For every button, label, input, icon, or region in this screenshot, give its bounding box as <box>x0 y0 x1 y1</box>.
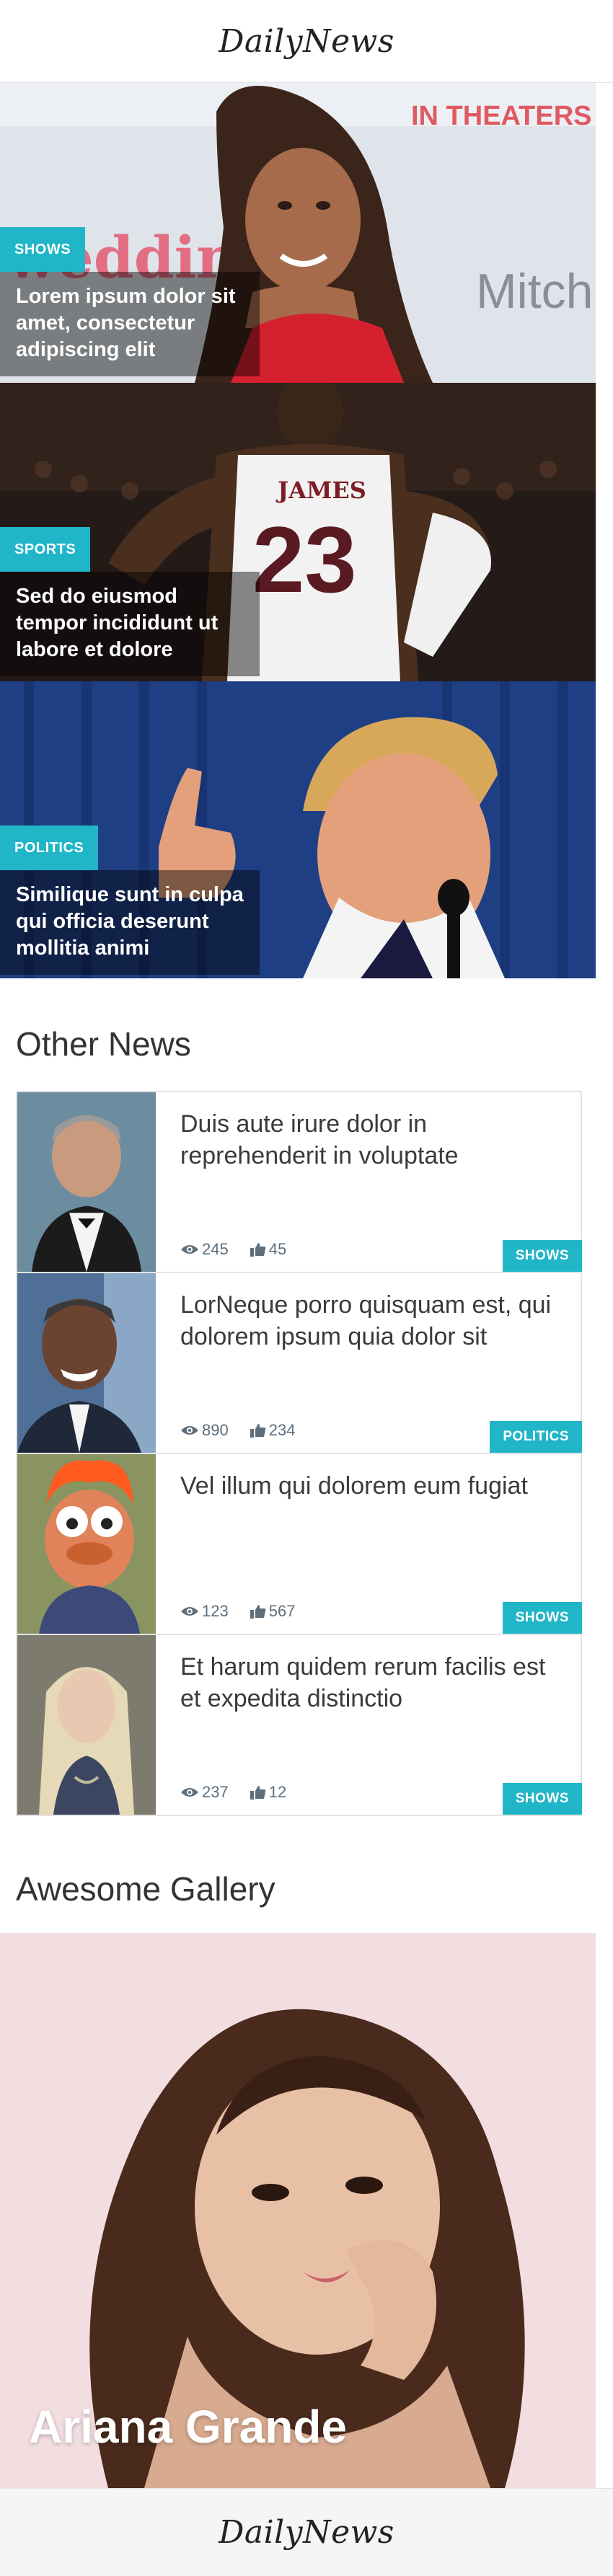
hero-article-3[interactable]: POLITICS Similique sunt in culpa qui off… <box>0 681 596 978</box>
likes-counter[interactable]: 45 <box>250 1240 286 1259</box>
thumbs-up-icon <box>250 1786 266 1800</box>
category-tag[interactable]: SHOWS <box>502 1240 582 1272</box>
list-item[interactable]: Vel illum qui dolorem eum fugiat 123 567… <box>16 1453 582 1635</box>
news-meta: 890 234 <box>180 1421 295 1440</box>
news-meta: 123 567 <box>180 1602 295 1621</box>
footer: DailyNews <box>0 2488 613 2576</box>
category-badge[interactable]: POLITICS <box>0 826 99 870</box>
jersey-name: JAMES <box>275 477 366 504</box>
hero-headline[interactable]: Sed do eiusmod tempor incididunt ut labo… <box>0 572 260 676</box>
news-thumbnail <box>17 1273 156 1453</box>
gallery-caption[interactable]: Ariana Grande <box>29 2400 347 2453</box>
views-counter: 123 <box>180 1602 229 1621</box>
views-count: 237 <box>202 1783 229 1801</box>
news-thumbnail <box>17 1092 156 1272</box>
news-body: Duis aute irure dolor in reprehenderit i… <box>156 1092 582 1272</box>
views-counter: 245 <box>180 1240 229 1259</box>
news-thumbnail <box>17 1635 156 1815</box>
views-counter: 237 <box>180 1783 229 1802</box>
list-item[interactable]: LorNeque porro quisquam est, qui dolorem… <box>16 1272 582 1454</box>
category-badge[interactable]: SHOWS <box>0 227 86 272</box>
likes-count: 234 <box>268 1421 296 1439</box>
news-headline[interactable]: Vel illum qui dolorem eum fugiat <box>180 1470 556 1502</box>
news-meta: 237 12 <box>180 1783 286 1802</box>
sign-text-2: Mitch <box>476 264 593 319</box>
likes-counter[interactable]: 567 <box>250 1602 296 1621</box>
list-item[interactable]: Duis aute irure dolor in reprehenderit i… <box>16 1091 582 1273</box>
news-headline[interactable]: Duis aute irure dolor in reprehenderit i… <box>180 1108 556 1172</box>
category-tag[interactable]: SHOWS <box>502 1783 582 1815</box>
thumbs-up-icon <box>250 1243 266 1257</box>
likes-count: 45 <box>268 1240 287 1258</box>
category-tag[interactable]: POLITICS <box>490 1421 582 1453</box>
category-tag[interactable]: SHOWS <box>502 1602 582 1634</box>
news-meta: 245 45 <box>180 1240 286 1259</box>
likes-count: 567 <box>268 1602 296 1620</box>
gallery-slide[interactable]: Ariana Grande <box>0 1933 596 2488</box>
top-header: DailyNews <box>0 0 613 83</box>
hero-headline[interactable]: Similique sunt in culpa qui officia dese… <box>0 870 260 975</box>
news-thumbnail <box>17 1454 156 1634</box>
footer-brand[interactable]: DailyNews <box>219 2514 394 2551</box>
eye-icon <box>181 1245 198 1254</box>
thumbs-up-icon <box>250 1605 266 1619</box>
eye-icon <box>181 1788 198 1797</box>
likes-count: 12 <box>268 1783 287 1801</box>
views-count: 890 <box>202 1421 229 1439</box>
views-count: 245 <box>202 1240 229 1258</box>
news-body: Vel illum qui dolorem eum fugiat 123 567… <box>156 1454 582 1634</box>
views-counter: 890 <box>180 1421 229 1440</box>
brand-logo[interactable]: DailyNews <box>219 23 394 60</box>
hero-article-2[interactable]: JAMES 23 SPORTS Sed do eiusmod tempor in… <box>0 383 596 681</box>
sign-text: IN THEATERS <box>411 101 592 131</box>
category-badge[interactable]: SPORTS <box>0 527 91 572</box>
news-headline[interactable]: Et harum quidem rerum facilis est et exp… <box>180 1651 556 1714</box>
jersey-number: 23 <box>252 507 357 612</box>
eye-icon <box>181 1607 198 1616</box>
hero-headline[interactable]: Lorem ipsum dolor sit amet, consectetur … <box>0 272 260 376</box>
other-news-title: Other News <box>16 1025 191 1063</box>
news-body: LorNeque porro quisquam est, qui dolorem… <box>156 1273 582 1453</box>
news-body: Et harum quidem rerum facilis est et exp… <box>156 1635 582 1815</box>
gallery-title: Awesome Gallery <box>16 1870 275 1908</box>
news-list: Duis aute irure dolor in reprehenderit i… <box>16 1091 582 1816</box>
thumbs-up-icon <box>250 1424 266 1438</box>
hero-article-1[interactable]: IN THEATERS Mitch wedding SHOWS Lorem ip… <box>0 83 596 383</box>
views-count: 123 <box>202 1602 229 1620</box>
likes-counter[interactable]: 234 <box>250 1421 296 1440</box>
likes-counter[interactable]: 12 <box>250 1783 286 1802</box>
news-headline[interactable]: LorNeque porro quisquam est, qui dolorem… <box>180 1289 556 1353</box>
eye-icon <box>181 1426 198 1435</box>
list-item[interactable]: Et harum quidem rerum facilis est et exp… <box>16 1634 582 1816</box>
